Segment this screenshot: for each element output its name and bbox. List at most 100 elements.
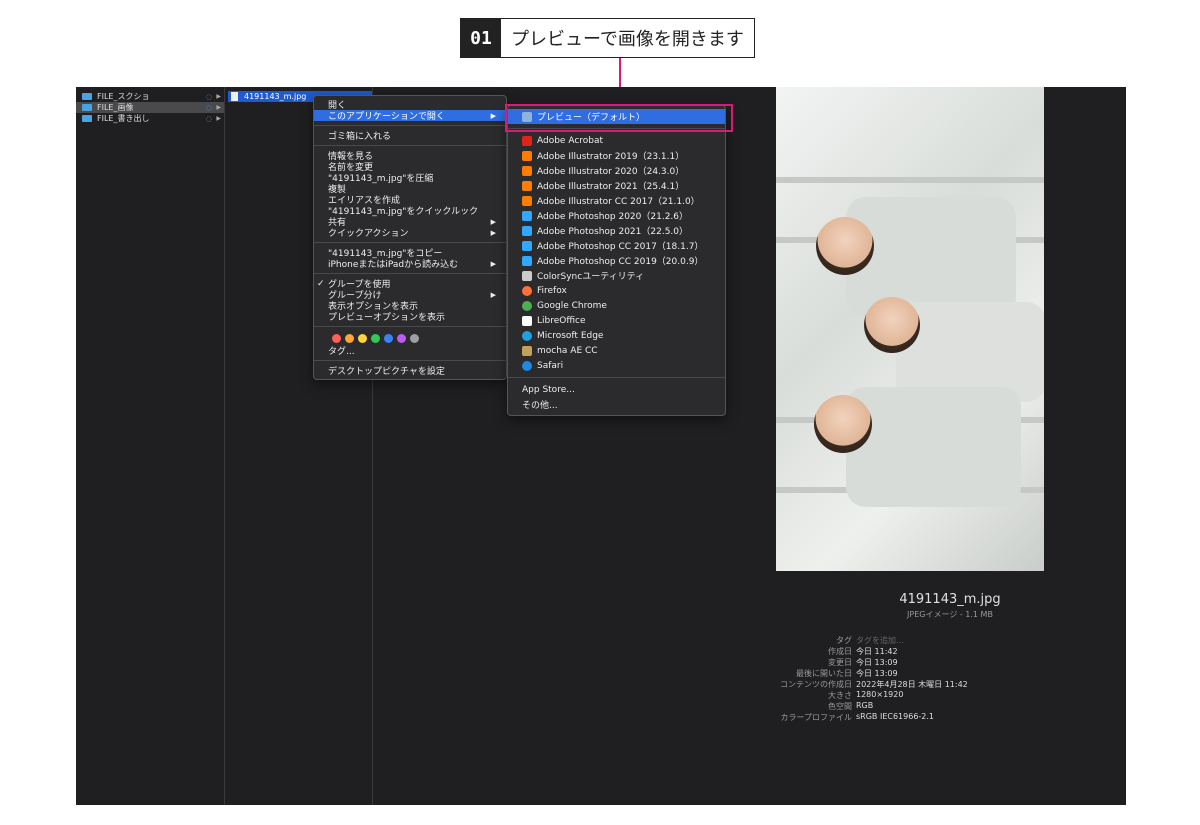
metadata-key: カラープロファイル — [780, 713, 852, 722]
menu-item-quick-actions[interactable]: クイックアクション ▶ — [314, 227, 506, 240]
menu-item-label: クイックアクション — [328, 229, 409, 239]
metadata-row: コンテンツの作成日 2022年4月28日 木曜日 11:42 — [736, 679, 1096, 690]
tag-color-orange[interactable] — [345, 333, 354, 343]
app-item-acrobat[interactable]: Adobe Acrobat — [508, 133, 725, 148]
submenu-arrow-icon: ▶ — [490, 290, 496, 299]
menu-item-label: このアプリケーションで開く — [328, 112, 445, 122]
menu-separator — [314, 145, 506, 146]
app-label: Adobe Illustrator 2020（24.3.0） — [537, 167, 685, 177]
add-tag-field[interactable]: タグを追加... — [856, 635, 904, 646]
app-label: Adobe Photoshop CC 2019（20.0.9） — [537, 257, 704, 267]
app-label: Adobe Photoshop 2021（22.5.0） — [537, 227, 689, 237]
menu-separator — [314, 242, 506, 243]
tag-color-gray[interactable] — [410, 333, 419, 343]
metadata-value: RGB — [856, 701, 874, 710]
metadata-value: 今日 11:42 — [856, 647, 898, 656]
step-number: 01 — [461, 19, 501, 57]
colorsync-icon — [522, 270, 532, 281]
metadata-value: 2022年4月28日 木曜日 11:42 — [856, 680, 968, 689]
metadata-value: sRGB IEC61966-2.1 — [856, 712, 935, 721]
app-item-firefox[interactable]: Firefox — [508, 283, 725, 298]
metadata-value: 今日 13:09 — [856, 658, 898, 667]
submenu-arrow-icon: ▶ — [490, 259, 496, 268]
metadata-row-tags: タグ タグを追加... — [736, 635, 1096, 646]
safari-icon — [522, 360, 532, 371]
app-item-illustrator-2020[interactable]: Adobe Illustrator 2020（24.3.0） — [508, 163, 725, 178]
app-item-illustrator-2019[interactable]: Adobe Illustrator 2019（23.1.1） — [508, 148, 725, 163]
app-item-preview[interactable]: プレビュー（デフォルト） — [508, 109, 725, 124]
folder-row-images[interactable]: FILE_画像 ◌ ▶ — [76, 102, 224, 113]
metadata-value: 1280×1920 — [856, 690, 904, 699]
menu-item-open-with[interactable]: このアプリケーションで開く ▶ — [314, 110, 506, 122]
folder-icon — [82, 104, 92, 111]
app-label: Adobe Photoshop CC 2017（18.1.7） — [537, 242, 704, 252]
menu-item-import-iphone[interactable]: iPhoneまたはiPadから読み込む ▶ — [314, 258, 506, 271]
column-divider[interactable] — [224, 87, 225, 805]
app-item-photoshop-2021[interactable]: Adobe Photoshop 2021（22.5.0） — [508, 223, 725, 238]
menu-item-tags[interactable]: タグ... — [314, 345, 506, 357]
menu-item-desktop-picture[interactable]: デスクトップピクチャを設定 — [314, 365, 506, 377]
firefox-icon — [522, 285, 532, 296]
menu-separator — [314, 326, 506, 327]
tag-color-yellow[interactable] — [358, 333, 367, 343]
app-label: Firefox — [537, 285, 567, 296]
menu-item-trash[interactable]: ゴミ箱に入れる — [314, 130, 506, 142]
app-label: Adobe Illustrator 2019（23.1.1） — [537, 152, 685, 162]
metadata-key: 色空間 — [828, 702, 852, 711]
app-label: Safari — [537, 360, 564, 371]
tag-color-purple[interactable] — [397, 333, 406, 343]
app-item-illustrator-2021[interactable]: Adobe Illustrator 2021（25.4.1） — [508, 178, 725, 193]
app-item-photoshop-cc-2019[interactable]: Adobe Photoshop CC 2019（20.0.9） — [508, 253, 725, 268]
metadata-row: 大きさ 1280×1920 — [736, 690, 1096, 701]
metadata-row: 最後に開いた日 今日 13:09 — [736, 668, 1096, 679]
app-label: Microsoft Edge — [537, 330, 604, 341]
tag-color-green[interactable] — [371, 333, 380, 343]
tag-color-blue[interactable] — [384, 333, 393, 343]
app-item-photoshop-2020[interactable]: Adobe Photoshop 2020（21.2.6） — [508, 208, 725, 223]
checkmark-icon: ✓ — [317, 278, 325, 289]
app-item-mocha[interactable]: mocha AE CC — [508, 343, 725, 358]
libreoffice-icon — [522, 315, 532, 326]
illustrator-icon — [522, 150, 532, 161]
mocha-icon — [522, 345, 532, 356]
menu-separator — [314, 273, 506, 274]
menu-item-preview-options[interactable]: プレビューオプションを表示 — [314, 311, 506, 323]
metadata-key: コンテンツの作成日 — [780, 680, 852, 689]
metadata-value: 今日 13:09 — [856, 669, 898, 678]
app-item-chrome[interactable]: Google Chrome — [508, 298, 725, 313]
illustrator-icon — [522, 180, 532, 191]
metadata-key: 最後に開いた日 — [796, 669, 852, 678]
folder-name: FILE_画像 — [97, 103, 134, 112]
photoshop-icon — [522, 225, 532, 236]
tag-color-picker — [314, 331, 506, 345]
app-label: Adobe Photoshop 2020（21.2.6） — [537, 212, 689, 222]
folder-row-screenshots[interactable]: FILE_スクショ ◌ ▶ — [76, 91, 224, 102]
preview-file-kind: JPEGイメージ - 1.1 MB — [907, 610, 993, 619]
app-item-app-store[interactable]: App Store... — [508, 382, 725, 397]
app-item-libreoffice[interactable]: LibreOffice — [508, 313, 725, 328]
metadata-key: 変更日 — [828, 658, 852, 667]
app-item-photoshop-cc-2017[interactable]: Adobe Photoshop CC 2017（18.1.7） — [508, 238, 725, 253]
tag-color-red[interactable] — [332, 333, 341, 343]
app-label: Google Chrome — [537, 300, 607, 311]
folder-icon — [82, 93, 92, 100]
metadata-key: タグ — [836, 636, 852, 645]
app-item-edge[interactable]: Microsoft Edge — [508, 328, 725, 343]
app-label: Adobe Illustrator 2021（25.4.1） — [537, 182, 685, 192]
preview-image — [776, 87, 1044, 571]
app-item-other[interactable]: その他... — [508, 397, 725, 412]
menu-item-label: iPhoneまたはiPadから読み込む — [328, 260, 459, 270]
submenu-arrow-icon: ▶ — [490, 111, 496, 120]
app-item-safari[interactable]: Safari — [508, 358, 725, 373]
app-label: LibreOffice — [537, 315, 586, 326]
step-text: プレビューで画像を開きます — [511, 29, 744, 50]
preview-metadata: タグ タグを追加... 作成日 今日 11:42 変更日 今日 13:09 最後… — [736, 635, 1096, 723]
app-item-illustrator-cc-2017[interactable]: Adobe Illustrator CC 2017（21.1.0） — [508, 193, 725, 208]
folder-name: FILE_スクショ — [97, 92, 150, 101]
illustrator-icon — [522, 165, 532, 176]
folder-column: FILE_スクショ ◌ ▶ FILE_画像 ◌ ▶ FILE_書き出し ◌ ▶ — [76, 91, 224, 124]
folder-row-export[interactable]: FILE_書き出し ◌ ▶ — [76, 113, 224, 124]
edge-icon — [522, 330, 532, 341]
app-item-colorsync[interactable]: ColorSyncユーティリティ — [508, 268, 725, 283]
chrome-icon — [522, 300, 532, 311]
